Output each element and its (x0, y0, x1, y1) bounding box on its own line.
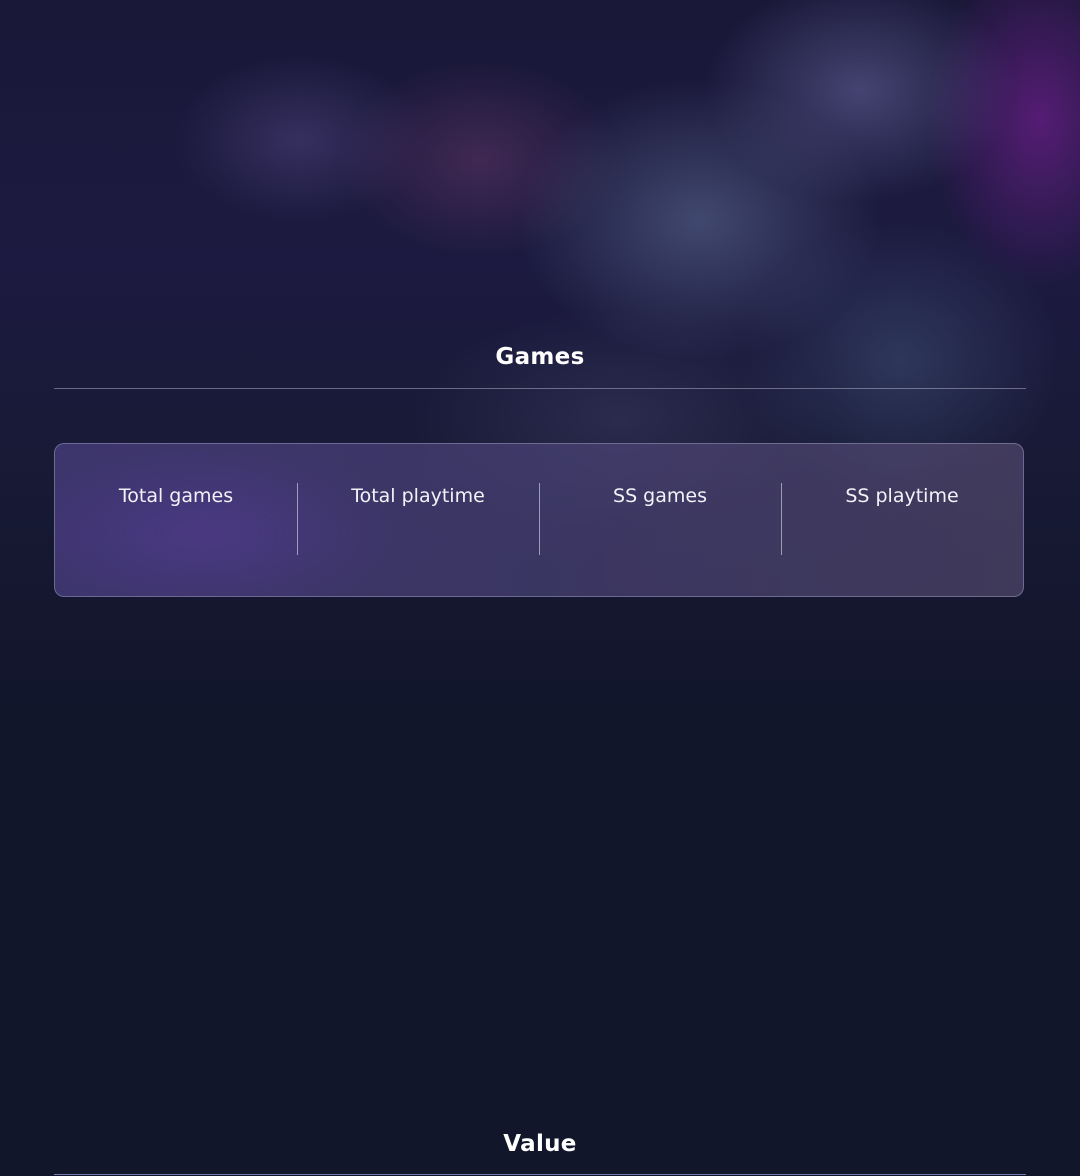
stat-value (55, 517, 297, 541)
stat-value (297, 517, 539, 541)
stat-total-games: Total games (55, 444, 297, 596)
value-section-title: Value (503, 1131, 577, 1157)
stat-label: Total games (118, 485, 234, 507)
stat-ss-games: SS games (539, 444, 781, 596)
value-section-divider (54, 1174, 1026, 1175)
stat-ss-playtime: SS playtime (781, 444, 1023, 596)
games-section-title: Games (495, 344, 585, 370)
stat-value (539, 517, 781, 541)
page: Games Total games Total playtime SS game… (0, 0, 1080, 1176)
games-stats-card: Total games Total playtime SS games SS p… (54, 443, 1024, 597)
stat-total-playtime: Total playtime (297, 444, 539, 596)
stat-label: Total playtime (351, 485, 485, 507)
hero-background-image (0, 0, 1080, 760)
stat-label: SS playtime (845, 485, 959, 507)
games-section-divider (54, 388, 1026, 389)
stat-label: SS games (613, 485, 707, 507)
stat-value (781, 517, 1023, 541)
